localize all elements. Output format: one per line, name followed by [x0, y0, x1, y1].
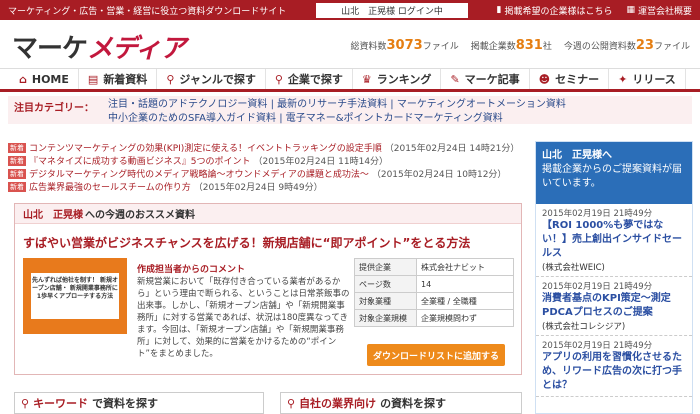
company-icon: ⚲	[274, 72, 283, 86]
list-item: 新着 デジタルマーケティング時代のメディア戦略論～オウンドメディアの課題と成功法～…	[8, 167, 528, 180]
weekly-recommendation: 山北 正晃様 への今週のおススメ資料 すばやい営業がビジネスチャンスを広げる！新規…	[14, 203, 522, 375]
nav-genre[interactable]: ⚲ ジャンルで探す	[157, 69, 266, 89]
nav-home[interactable]: ⌂ HOME	[10, 69, 79, 89]
sidebar-message: 掲載企業からのご提案資料が届いています。	[542, 164, 682, 189]
crown-icon: ♛	[361, 72, 372, 86]
people-icon: ☻	[538, 72, 551, 86]
main-nav: ⌂ HOME ▤ 新着資料 ⚲ ジャンルで探す ⚲ 企業で探す ♛ ランキング ✎ マーケ記…	[0, 68, 700, 92]
advertiser-link[interactable]: ▮ 掲載希望の企業様はこちら	[497, 4, 613, 17]
header: マーケメディア 総資料数3073ファイル 掲載企業数831社 今週の公開資料数2…	[0, 20, 700, 68]
new-arrivals-list: 新着 コンテンツマーケティングの効果(KPI)測定に使える！イベントトラッキングの…	[8, 141, 528, 193]
new-badge: 新着	[8, 181, 26, 192]
table-row: 提供企業 株式会社ナビット	[354, 258, 514, 276]
pen-icon: ✎	[450, 72, 460, 86]
megaphone-icon: ✦	[618, 72, 628, 86]
list-item: 新着 広告業界最強のセールスチームの作り方 （2015年02月24日 9時49分）	[8, 180, 528, 193]
comment-heading: 作成担当者からのコメント	[137, 265, 246, 275]
new-badge: 新着	[8, 168, 26, 179]
table-row: 対象企業規模 企業規模問わず	[354, 309, 514, 327]
top-bar: マーケティング・広告・営業・経営に役立つ資料ダウンロードサイト 山北 正晃様 ロ…	[0, 0, 700, 20]
new-badge: 新着	[8, 142, 26, 153]
add-to-download-list-button[interactable]: ダウンロードリストに追加する	[367, 344, 505, 366]
proposal-link[interactable]: 消費者基点のKPI策定〜測定PDCAプロセスのご提案	[542, 292, 686, 320]
recommendation-heading: 山北 正晃様 への今週のおススメ資料	[15, 204, 521, 224]
featured-categories-label: 注目カテゴリー：	[14, 103, 94, 114]
nav-ranking[interactable]: ♛ ランキング	[353, 69, 442, 89]
nav-new[interactable]: ▤ 新着資料	[79, 69, 158, 89]
book-icon: ▮	[496, 5, 502, 15]
proposal-sidebar: 山北 正晃様へ 掲載企業からのご提案資料が届いています。 2015年02月19日…	[535, 141, 693, 414]
table-row: 対象業種 全業種 / 全職種	[354, 292, 514, 310]
list-item: 新着 『マネタイズに成功する動画ビジネス』5つのポイント （2015年02月24日 …	[8, 154, 528, 167]
news-link[interactable]: デジタルマーケティング時代のメディア戦略論～オウンドメディアの課題と成功法～	[29, 167, 369, 180]
site-logo[interactable]: マーケメディア	[12, 28, 186, 65]
stat-total-docs: 総資料数3073ファイル	[350, 38, 459, 53]
site-stats: 総資料数3073ファイル 掲載企業数831社 今週の公開資料数23ファイル	[350, 38, 690, 53]
stat-weekly: 今週の公開資料数23ファイル	[563, 38, 690, 53]
login-status[interactable]: 山北 正晃様 ログイン中	[316, 3, 468, 18]
company-info-link[interactable]: ▦ 運営会社概要	[626, 4, 692, 17]
search-icon: ⚲	[287, 396, 296, 410]
new-icon: ▤	[87, 72, 99, 86]
home-icon: ⌂	[19, 72, 27, 86]
featured-categories: 注目カテゴリー： 注目・話題のアドテクノロジー資料 | 最新のリサーチ手法資料 …	[8, 96, 692, 124]
list-item: 2015年02月19日 21時49分 消費者基点のKPI策定〜測定PDCAプロセ…	[536, 277, 692, 336]
list-item: 2015年02月19日 21時49分 【ROI 1000%も夢ではない！】売上創…	[536, 204, 692, 277]
category-links-line1[interactable]: 注目・話題のアドテクノロジー資料 | 最新のリサーチ手法資料 | マーケティング…	[108, 98, 566, 112]
stat-companies: 掲載企業数831社	[470, 38, 552, 53]
table-row: ページ数 14	[354, 275, 514, 293]
recommended-doc-title[interactable]: すばやい営業がビジネスチャンスを広げる！新規店舗に“即アポイント”をとる方法	[23, 234, 470, 251]
site-tagline: マーケティング・広告・営業・経営に役立つ資料ダウンロードサイト	[8, 6, 287, 17]
nav-articles[interactable]: ✎ マーケ記事	[441, 69, 530, 89]
keyword-search-section[interactable]: ⚲ キーワード で資料を探す	[14, 392, 264, 414]
list-item: 新着 コンテンツマーケティングの効果(KPI)測定に使える！イベントトラッキングの…	[8, 141, 528, 154]
nav-seminar[interactable]: ☻ セミナー	[530, 69, 610, 89]
nav-release[interactable]: ✦ リリース	[609, 69, 686, 89]
list-item: 2015年02月19日 21時49分 アプリの利用を習慣化させるため、リワード広…	[536, 336, 692, 397]
proposal-link[interactable]: 【ROI 1000%も夢ではない！】売上創出インサイドセールス	[542, 219, 686, 261]
proposal-link[interactable]: アプリの利用を習慣化させるため、リワード広告の次に打つ手とは？	[542, 351, 686, 393]
new-badge: 新着	[8, 155, 26, 166]
industry-search-section[interactable]: ⚲ 自社の業界向け の資料を探す	[280, 392, 522, 414]
search-icon: ⚲	[166, 72, 175, 86]
news-link[interactable]: 『マネタイズに成功する動画ビジネス』5つのポイント	[29, 154, 250, 167]
news-link[interactable]: 広告業界最強のセールスチームの作り方	[29, 180, 191, 193]
doc-info-table: 提供企業 株式会社ナビット ページ数 14 対象業種 全業種 / 全職種 対象企業規模…	[354, 258, 514, 327]
category-links-line2[interactable]: 中小企業のためのSFA導入ガイド資料 | 電子マネー&ポイントカードマーケティン…	[108, 112, 566, 126]
sidebar-user: 山北 正晃様へ	[542, 150, 612, 161]
search-icon: ⚲	[21, 396, 30, 410]
nav-company[interactable]: ⚲ 企業で探す	[266, 69, 353, 89]
news-link[interactable]: コンテンツマーケティングの効果(KPI)測定に使える！イベントトラッキングの設定…	[29, 141, 382, 154]
author-comment: 新規営業において「既存付き合っている業者があるから」という理由で断られる、という…	[137, 277, 350, 359]
building-icon: ▦	[626, 5, 635, 15]
doc-thumbnail[interactable]: 先んずれば他社を制す！ 新規オープン店舗・ 新規開業事務所に 1歩早くアプローチ…	[23, 258, 127, 334]
